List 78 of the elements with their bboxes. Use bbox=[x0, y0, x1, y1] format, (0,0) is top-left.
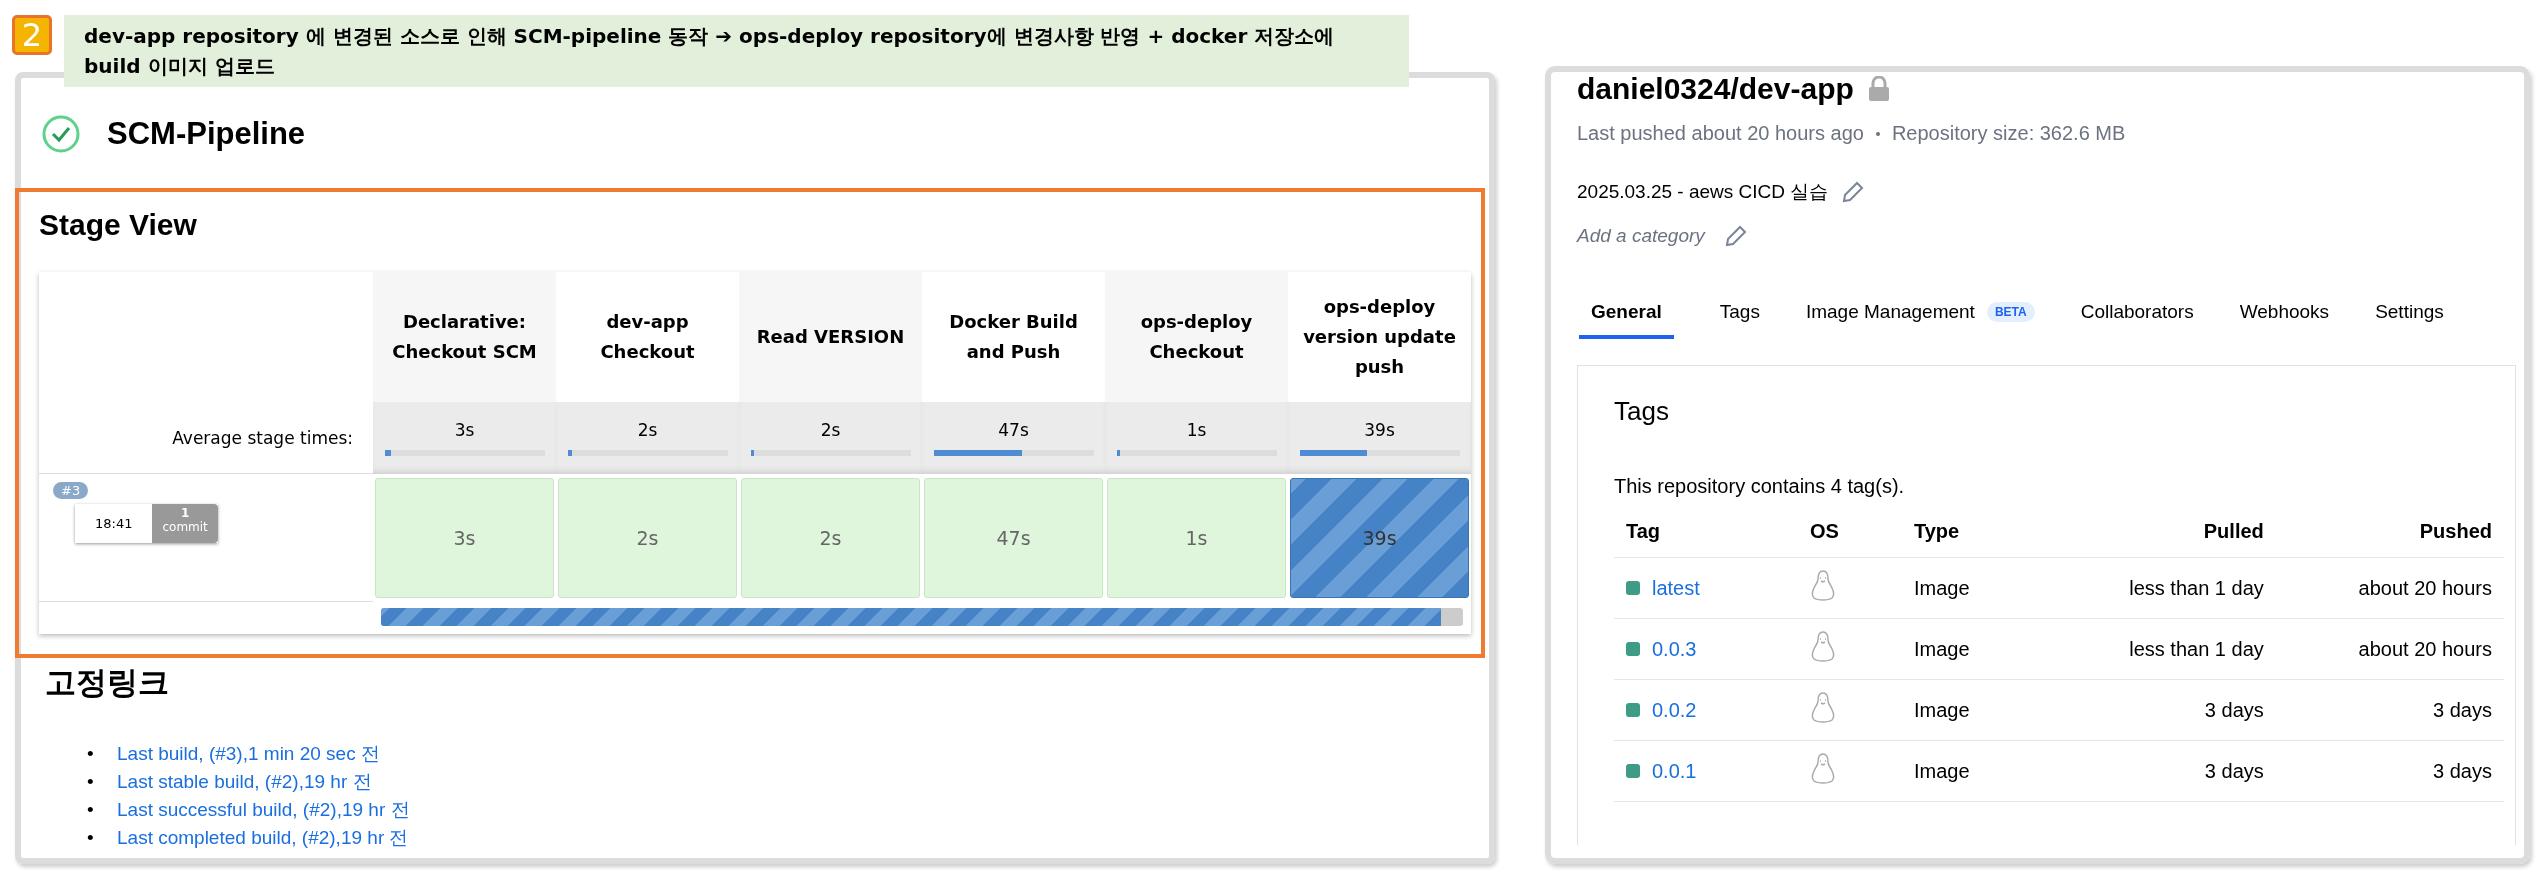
column-header: Pulled bbox=[2046, 520, 2276, 558]
permalink[interactable]: Last stable build, (#2),19 hr 전 bbox=[117, 771, 372, 792]
tag-status-square bbox=[1626, 581, 1640, 595]
tab[interactable]: Webhooks bbox=[2239, 301, 2330, 339]
step-number-badge: 2 bbox=[12, 15, 52, 55]
stage-header: ops-deploy version update push bbox=[1288, 272, 1471, 402]
bullet: • bbox=[87, 770, 95, 794]
stage-header: Read VERSION bbox=[739, 272, 922, 402]
tab[interactable]: General bbox=[1579, 301, 1674, 339]
stage-result-cell[interactable]: 3s bbox=[375, 478, 554, 598]
stage-header: ops-deploy Checkout bbox=[1105, 272, 1288, 402]
success-check-icon bbox=[41, 114, 81, 154]
column-header: Pushed bbox=[2275, 520, 2504, 558]
average-time: 47s bbox=[998, 420, 1029, 440]
column-header: Type bbox=[1902, 520, 2046, 558]
column-header: Tag bbox=[1614, 520, 1798, 558]
annotation-note: dev-app repository 에 변경된 소스로 인해 SCM-pipeline 동작 ➔ ops-deploy repository에 변경사항 반영 + docker 저장소에 build 이미지 업로드 bbox=[64, 15, 1409, 87]
tag-link[interactable]: 0.0.3 bbox=[1652, 637, 1697, 661]
tab[interactable]: Collaborators bbox=[2080, 301, 2194, 339]
permalink[interactable]: Last successful build, (#2),19 hr 전 bbox=[117, 799, 410, 820]
average-time: 2s bbox=[820, 420, 841, 440]
table-cell: less than 1 day bbox=[2046, 557, 2276, 619]
column-header: OS bbox=[1798, 520, 1902, 558]
tag-link[interactable]: 0.0.2 bbox=[1652, 698, 1697, 722]
stage-result-cell[interactable]: 39s bbox=[1290, 478, 1469, 598]
tab[interactable]: Image Management BETA bbox=[1805, 301, 2035, 339]
tag-link[interactable]: 0.0.1 bbox=[1652, 759, 1697, 783]
bullet: • bbox=[87, 742, 95, 766]
separator-dot bbox=[1875, 131, 1880, 136]
build-number-badge[interactable]: #3 bbox=[53, 482, 89, 499]
table-cell: less than 1 day bbox=[2046, 618, 2276, 680]
commits-badge[interactable]: 1 commit bbox=[152, 504, 218, 543]
table-cell: Image bbox=[1902, 740, 2046, 802]
tag-status-square bbox=[1626, 764, 1640, 778]
average-time: 2s bbox=[637, 420, 658, 440]
tag-link[interactable]: latest bbox=[1652, 576, 1700, 600]
tags-summary: This repository contains 4 tag(s). bbox=[1614, 475, 1906, 498]
tab[interactable]: Tags bbox=[1719, 301, 1760, 339]
average-time: 39s bbox=[1364, 420, 1395, 440]
last-pushed: Last pushed about 20 hours ago bbox=[1577, 122, 1864, 145]
pipeline-title: SCM-Pipeline bbox=[107, 116, 306, 152]
tab[interactable]: Settings bbox=[2375, 301, 2444, 339]
tag-status-square bbox=[1626, 642, 1640, 656]
category-placeholder[interactable]: Add a category bbox=[1577, 225, 1705, 247]
permalink[interactable]: Last completed build, (#2),19 hr 전 bbox=[117, 827, 409, 848]
repository-description: 2025.03.25 - aews CICD 실습 bbox=[1577, 180, 1829, 204]
bullet: • bbox=[87, 798, 95, 822]
penguin-icon bbox=[1810, 690, 1836, 725]
table-cell: Image bbox=[1902, 618, 2046, 680]
stage-result-cell[interactable]: 2s bbox=[741, 478, 920, 598]
repository-name: daniel0324/dev-app bbox=[1577, 72, 1854, 106]
permalink[interactable]: Last build, (#3),1 min 20 sec 전 bbox=[117, 743, 380, 764]
stage-header: Declarative: Checkout SCM bbox=[373, 272, 556, 402]
stage-result-cell[interactable]: 47s bbox=[924, 478, 1103, 598]
build-time: 18:41 bbox=[75, 504, 153, 543]
tag-status-square bbox=[1626, 703, 1640, 717]
average-times-label: Average stage times: bbox=[39, 402, 373, 474]
average-time: 3s bbox=[454, 420, 475, 440]
table-cell: 3 days bbox=[2046, 679, 2276, 741]
table-cell: 3 days bbox=[2275, 679, 2504, 741]
penguin-icon bbox=[1810, 751, 1836, 786]
stage-view-title: Stage View bbox=[39, 208, 198, 242]
average-time: 1s bbox=[1186, 420, 1207, 440]
table-cell: 3 days bbox=[2275, 740, 2504, 802]
penguin-icon bbox=[1810, 568, 1836, 603]
table-cell: about 20 hours bbox=[2275, 557, 2504, 619]
stage-result-cell[interactable]: 2s bbox=[558, 478, 737, 598]
table-cell: Image bbox=[1902, 557, 2046, 619]
penguin-icon bbox=[1810, 629, 1836, 664]
table-cell: Image bbox=[1902, 679, 2046, 741]
tags-title: Tags bbox=[1614, 396, 1670, 427]
bullet: • bbox=[87, 826, 95, 850]
table-cell: 3 days bbox=[2046, 740, 2276, 802]
stage-result-cell[interactable]: 1s bbox=[1107, 478, 1286, 598]
permalinks-title: 고정링크 bbox=[45, 663, 170, 702]
beta-badge: BETA bbox=[1986, 302, 2035, 322]
table-cell: about 20 hours bbox=[2275, 618, 2504, 680]
repository-size: Repository size: 362.6 MB bbox=[1891, 122, 2126, 145]
